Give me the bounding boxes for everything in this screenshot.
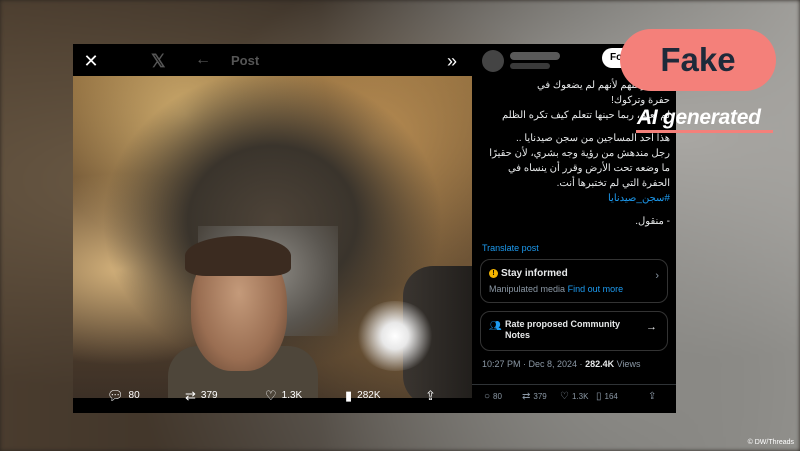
post-timestamp: 10:27 PM · Dec 8, 2024 · [482,359,586,369]
post-views-count: 282.4K [585,359,615,369]
post-photo [73,76,472,398]
find-out-more-link[interactable]: Find out more [568,284,624,294]
sidebar-bookmark-button[interactable]: ▯ 164 [596,391,618,402]
back-arrow-icon[interactable]: ← [195,51,211,69]
photo-credit: © DW/Threads [747,439,794,446]
translate-post-link[interactable]: Translate post [482,243,539,253]
views-icon: ▮ [345,388,353,403]
heart-icon: ♡ [265,388,277,403]
sidebar-repost-count: 379 [533,392,547,401]
close-icon[interactable]: ✕ [81,51,101,71]
post-action-bar: ○ 80 ⇄ 379 ♡ 1.3K ▯ 164 ⇪ [472,384,676,407]
warning-icon: ! [489,269,498,278]
reply-icon: ○ [484,391,491,402]
post-header-label: Post [231,53,260,68]
flashlight-glow [355,301,435,371]
author-name-blurred [510,52,560,60]
sidebar-share-button[interactable]: ⇪ [648,391,656,402]
stay-informed-subtitle: Manipulated media Find out more [489,284,623,294]
ai-generated-underline [636,130,773,133]
views-count: 282K [357,390,381,401]
post-line-9: - منقول. [635,216,670,227]
sidebar-like-button[interactable]: ♡ 1.3K [560,391,588,402]
viewer-action-bar: 💬︎ 80 ⇄ 379 ♡ 1.3K ▮ 282K ⇪ [73,383,472,413]
post-line-6: ما وضعه تحت الأرض وقرر أن ينساه في [507,163,670,174]
ai-generated-label: AI generated [637,106,761,129]
reply-button[interactable]: 💬︎ 80 [107,389,140,402]
reply-count: 80 [128,390,140,401]
like-count: 1.3K [281,390,303,401]
sidebar-reply-count: 80 [493,392,502,401]
sidebar-bookmark-count: 164 [604,392,618,401]
author-handle-blurred [510,63,550,69]
man-hair [185,236,291,276]
sidebar-reply-button[interactable]: ○ 80 [484,391,502,402]
x-logo-icon: 𝕏 [151,51,166,71]
arrow-right-icon: → [646,321,657,333]
media-viewer: ✕ 𝕏 ← Post » 💬︎ 80 ⇄ 379 ♡ 1.3K ▮ 282K ⇪ [73,44,472,413]
post-body: فهم فرحتهم لأنهم لم يضعوك في حفرة وتركوك… [478,78,670,237]
post-line-4: هذا أحد المساجين من سجن صيدنايا .. [516,133,670,144]
stay-informed-card[interactable]: ! Stay informed Manipulated media Find o… [480,259,668,303]
reply-icon: 💬︎ [107,388,124,403]
post-meta: 10:27 PM · Dec 8, 2024 · 282.4K Views [482,359,640,369]
post-sidebar: Fo فهم فرحتهم لأنهم لم يضعوك في حفرة وتر… [472,44,676,413]
views-button[interactable]: ▮ 282K [345,389,381,402]
avatar[interactable] [482,50,504,72]
heart-icon: ♡ [560,391,569,402]
like-button[interactable]: ♡ 1.3K [265,389,302,402]
expand-icon[interactable]: » [442,51,462,71]
sidebar-like-count: 1.3K [571,392,589,401]
repost-button[interactable]: ⇄ 379 [185,389,218,402]
share-icon: ⇪ [425,388,436,403]
fake-badge: Fake [620,29,776,91]
manipulated-media-label: Manipulated media [489,284,566,294]
post-line-5: رجل مندهش من رؤية وجه بشري، لأن حقيرًا [489,148,670,159]
bookmark-icon: ▯ [596,391,602,402]
viewer-top-bar: ✕ 𝕏 ← Post » [73,44,472,78]
repost-icon: ⇄ [522,391,531,402]
repost-icon: ⇄ [185,388,196,403]
repost-count: 379 [200,390,218,401]
hashtag-link[interactable]: #سجن_صيدنايا [608,193,670,204]
post-views-label: Views [614,359,641,369]
community-notes-title: Rate proposed Community Notes [505,319,621,340]
sidebar-repost-button[interactable]: ⇄ 379 [522,391,547,402]
chevron-right-icon: › [655,270,659,282]
stay-informed-title: Stay informed [501,268,568,279]
post-line-7: الحفرة التي لم تختبرها أنت. [556,178,670,189]
community-notes-icon: 👥︎ [489,321,502,332]
share-button[interactable]: ⇪ [425,389,436,402]
share-icon: ⇪ [648,391,657,402]
community-notes-card[interactable]: 👥︎ Rate proposed Community Notes → [480,311,668,351]
post-line-2: حفرة وتركوك! [611,95,670,106]
